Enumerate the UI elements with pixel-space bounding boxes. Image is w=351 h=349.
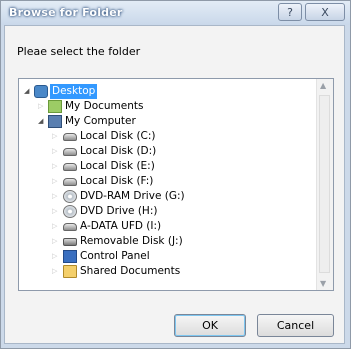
tree-item-shared-documents[interactable]: ▷ Shared Documents <box>19 264 309 279</box>
expand-arrow-icon[interactable]: ▷ <box>52 234 57 249</box>
tree-item-a-data-ufd-i[interactable]: ▷ A-DATA UFD (I:) <box>19 219 309 234</box>
tree-item-local-disk-c[interactable]: ▷ Local Disk (C:) <box>19 129 309 144</box>
hard-disk-icon <box>63 148 77 156</box>
tree-item-label: Shared Documents <box>80 265 181 277</box>
hard-disk-icon <box>63 133 77 141</box>
tree-item-label: My Documents <box>65 100 144 112</box>
expand-arrow-icon[interactable]: ▷ <box>52 204 57 219</box>
help-button[interactable]: ? <box>278 3 302 21</box>
tree-item-label: My Computer <box>65 115 136 127</box>
scroll-down-arrow-icon[interactable]: ▼ <box>320 279 326 288</box>
tree-item-label: DVD Drive (H:) <box>80 205 158 217</box>
close-button[interactable]: X <box>305 3 345 21</box>
collapse-arrow-icon[interactable]: ◢ <box>38 114 43 129</box>
hard-disk-icon <box>63 163 77 171</box>
prompt-text: Pleae select the folder <box>17 45 141 58</box>
documents-icon <box>48 100 62 113</box>
collapse-arrow-icon[interactable]: ◢ <box>24 84 29 99</box>
usb-drive-icon <box>63 223 77 231</box>
dialog-title: Browse for Folder <box>9 6 123 19</box>
expand-arrow-icon[interactable]: ▷ <box>52 174 57 189</box>
desktop-icon <box>34 85 48 98</box>
expand-arrow-icon[interactable]: ▷ <box>52 189 57 204</box>
expand-arrow-icon[interactable]: ▷ <box>52 249 57 264</box>
tree-item-label: Local Disk (C:) <box>80 130 156 142</box>
removable-disk-icon <box>63 238 77 246</box>
cancel-button[interactable]: Cancel <box>257 314 334 337</box>
tree-item-local-disk-d[interactable]: ▷ Local Disk (D:) <box>19 144 309 159</box>
folder-icon <box>63 265 77 278</box>
expand-arrow-icon[interactable]: ▷ <box>38 99 43 114</box>
expand-arrow-icon[interactable]: ▷ <box>52 144 57 159</box>
tree-item-desktop[interactable]: ◢ Desktop <box>19 84 309 99</box>
expand-arrow-icon[interactable]: ▷ <box>52 264 57 279</box>
tree-item-my-computer[interactable]: ◢ My Computer <box>19 114 309 129</box>
control-panel-icon <box>63 250 77 263</box>
vertical-scrollbar[interactable]: ▲ ▼ <box>316 79 333 290</box>
scroll-up-arrow-icon[interactable]: ▲ <box>320 81 326 90</box>
tree-item-label: Local Disk (F:) <box>80 175 154 187</box>
tree-item-label: Local Disk (D:) <box>80 145 157 157</box>
tree-item-removable-disk-j[interactable]: ▷ Removable Disk (J:) <box>19 234 309 249</box>
dvd-drive-icon <box>63 205 77 218</box>
ok-button[interactable]: OK <box>174 314 246 337</box>
computer-icon <box>48 115 62 128</box>
tree-item-local-disk-e[interactable]: ▷ Local Disk (E:) <box>19 159 309 174</box>
tree-item-control-panel[interactable]: ▷ Control Panel <box>19 249 309 264</box>
expand-arrow-icon[interactable]: ▷ <box>52 159 57 174</box>
tree-item-my-documents[interactable]: ▷ My Documents <box>19 99 309 114</box>
folder-tree[interactable]: ◢ Desktop ▷ My Documents ◢ My Computer ▷… <box>18 78 334 291</box>
tree-item-dvd-drive-h[interactable]: ▷ DVD Drive (H:) <box>19 204 309 219</box>
tree-item-label: DVD-RAM Drive (G:) <box>80 190 185 202</box>
tree-item-label: Local Disk (E:) <box>80 160 155 172</box>
tree-item-label: A-DATA UFD (I:) <box>80 220 162 232</box>
tree-item-label: Desktop <box>50 84 98 99</box>
tree-item-label: Removable Disk (J:) <box>80 235 183 247</box>
hard-disk-icon <box>63 178 77 186</box>
tree-item-label: Control Panel <box>80 250 150 262</box>
tree-item-local-disk-f[interactable]: ▷ Local Disk (F:) <box>19 174 309 189</box>
tree-item-dvd-ram-drive-g[interactable]: ▷ DVD-RAM Drive (G:) <box>19 189 309 204</box>
expand-arrow-icon[interactable]: ▷ <box>52 129 57 144</box>
title-bar[interactable]: Browse for Folder ? X <box>1 1 350 25</box>
scrollbar-thumb[interactable] <box>319 95 330 273</box>
expand-arrow-icon[interactable]: ▷ <box>52 219 57 234</box>
dvd-drive-icon <box>63 190 77 203</box>
